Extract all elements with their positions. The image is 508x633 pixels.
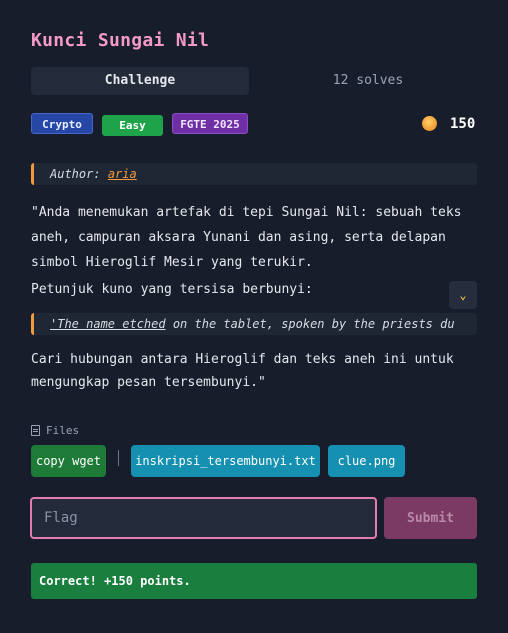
separator — [118, 450, 119, 466]
submit-button[interactable]: Submit — [384, 497, 477, 539]
flag-input[interactable] — [30, 497, 377, 539]
challenge-card: Kunci Sungai Nil Challenge 12 solves Cry… — [0, 0, 508, 633]
file-icon — [31, 425, 40, 436]
file-download-txt[interactable]: inskripsi_tersembunyi.txt — [131, 445, 320, 477]
tag-crypto: Crypto — [31, 113, 93, 134]
quote-underlined: 'The name etched — [50, 317, 166, 331]
points-value: 150 — [450, 116, 476, 132]
tag-difficulty: Easy — [102, 115, 163, 136]
hint-intro: Petunjuk kuno yang tersisa berbunyi: — [31, 282, 313, 297]
author-link[interactable]: aria — [108, 167, 137, 181]
description-line: Cari hubungan antara Hieroglif dan teks … — [31, 352, 454, 367]
hint-quote: 'The name etched on the tablet, spoken b… — [31, 313, 477, 335]
challenge-description: "Anda menemukan artefak di tepi Sungai N… — [31, 200, 477, 275]
chevron-double-down-icon: ⌄ — [459, 288, 467, 302]
files-heading: Files — [31, 424, 79, 437]
author-label: Author: — [50, 167, 101, 181]
tab-challenge[interactable]: Challenge — [31, 67, 249, 95]
file-download-png[interactable]: clue.png — [328, 445, 405, 477]
author-box: Author: aria — [31, 163, 477, 185]
result-banner: Correct! +150 points. — [31, 563, 477, 599]
tab-bar: Challenge 12 solves — [31, 67, 477, 95]
tag-event: FGTE 2025 — [172, 113, 248, 134]
quote-text: on the tablet, spoken by the priests du — [165, 317, 455, 331]
description-line: mengungkap pesan tersembunyi." — [31, 375, 266, 390]
description-line: "Anda menemukan artefak di tepi Sungai N… — [31, 205, 462, 220]
description-outro: Cari hubungan antara Hieroglif dan teks … — [31, 348, 477, 394]
expand-button[interactable]: ⌄ — [449, 281, 477, 309]
description-line: simbol Hieroglif Mesir yang terukir. — [31, 255, 313, 270]
tab-solves[interactable]: 12 solves — [259, 67, 477, 95]
coin-icon — [422, 116, 437, 131]
files-label: Files — [46, 424, 80, 437]
challenge-title: Kunci Sungai Nil — [31, 30, 210, 51]
description-line: aneh, campuran aksara Yunani dan asing, … — [31, 230, 446, 245]
copy-wget-button[interactable]: copy wget — [31, 445, 106, 477]
